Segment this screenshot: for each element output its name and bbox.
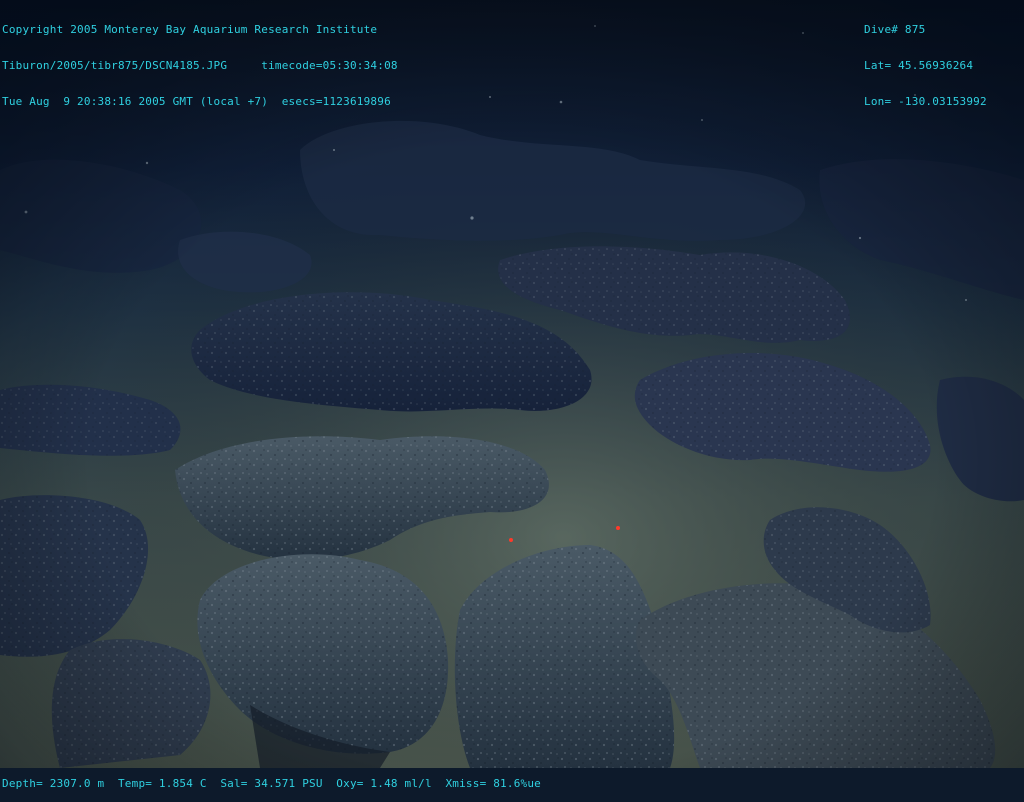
latitude: Lat= 45.56936264: [864, 59, 974, 72]
overlay-top-left: Copyright 2005 Monterey Bay Aquarium Res…: [2, 0, 398, 120]
copyright-text: Copyright 2005 Monterey Bay Aquarium Res…: [2, 23, 378, 36]
file-timecode-text: Tiburon/2005/tibr875/DSCN4185.JPG timeco…: [2, 59, 398, 72]
overlay-top-right: Dive# 875 Lat= 45.56936264 Lon= -130.031…: [864, 0, 987, 120]
dive-number: Dive# 875: [864, 23, 926, 36]
sensor-readout: Depth= 2307.0 m Temp= 1.854 C Sal= 34.57…: [2, 777, 541, 790]
overlay-bottom: Depth= 2307.0 m Temp= 1.854 C Sal= 34.57…: [2, 754, 541, 802]
datetime-text: Tue Aug 9 20:38:16 2005 GMT (local +7) e…: [2, 95, 391, 108]
longitude: Lon= -130.03153992: [864, 95, 987, 108]
